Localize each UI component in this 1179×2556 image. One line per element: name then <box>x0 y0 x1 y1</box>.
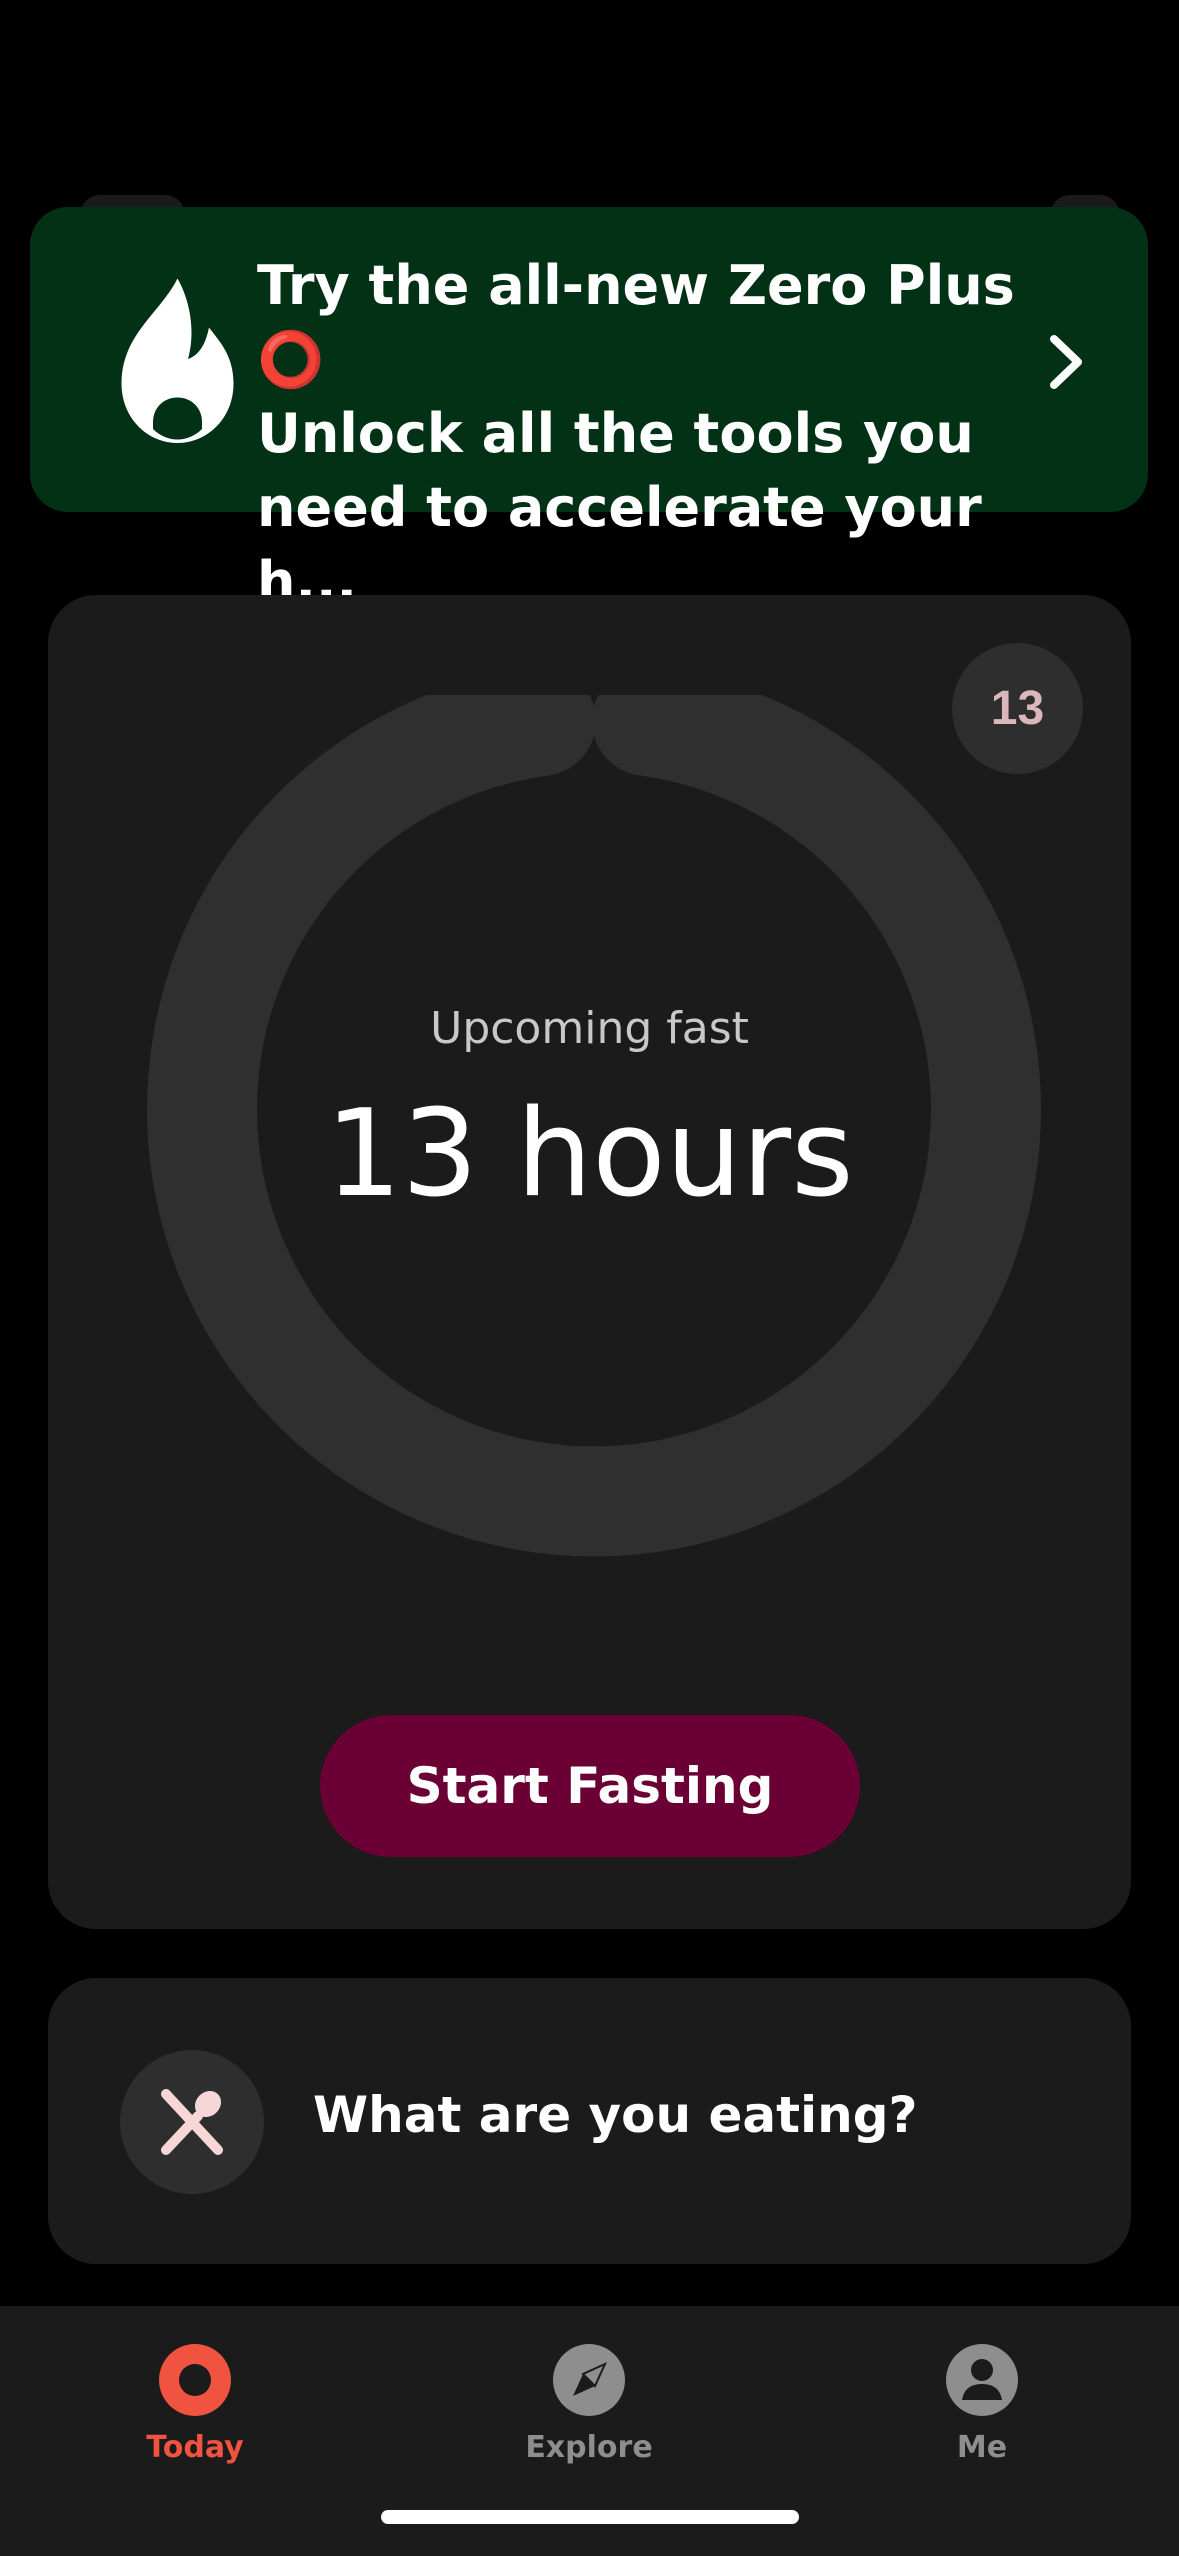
utensils-icon <box>161 2089 223 2155</box>
chevron-right-icon <box>1050 335 1082 389</box>
utensils-icon-badge <box>120 2050 264 2194</box>
tab-me[interactable]: Me <box>832 2326 1132 2486</box>
flame-icon <box>121 278 234 443</box>
start-fasting-button[interactable]: Start Fasting <box>320 1715 860 1857</box>
tab-me-label: Me <box>956 2430 1008 2465</box>
tab-today-label: Today <box>146 2430 244 2465</box>
upcoming-fast-label: Upcoming fast <box>430 1003 749 1054</box>
fast-duration: 13 hours <box>325 1085 854 1224</box>
zero-plus-promo-banner[interactable]: Try the all-new Zero Plus ⭕ Unlock all t… <box>30 207 1148 613</box>
compass-icon <box>553 2344 625 2416</box>
zero-ring-icon <box>159 2344 231 2416</box>
tab-today[interactable]: Today <box>45 2326 345 2486</box>
tab-explore-label: Explore <box>525 2430 653 2465</box>
food-log-card[interactable]: What are you eating? <box>48 1978 1131 2264</box>
food-log-prompt: What are you eating? <box>313 2086 918 2144</box>
tab-explore[interactable]: Explore <box>439 2326 739 2486</box>
promo-text: Try the all-new Zero Plus ⭕ Unlock all t… <box>257 254 1015 613</box>
fasting-timer-card: 13 Upcoming fast 13 hours Start Fasting <box>48 595 1131 1929</box>
profile-icon <box>946 2344 1018 2416</box>
home-indicator[interactable] <box>381 2510 799 2524</box>
day-badge[interactable]: 13 <box>952 643 1083 774</box>
